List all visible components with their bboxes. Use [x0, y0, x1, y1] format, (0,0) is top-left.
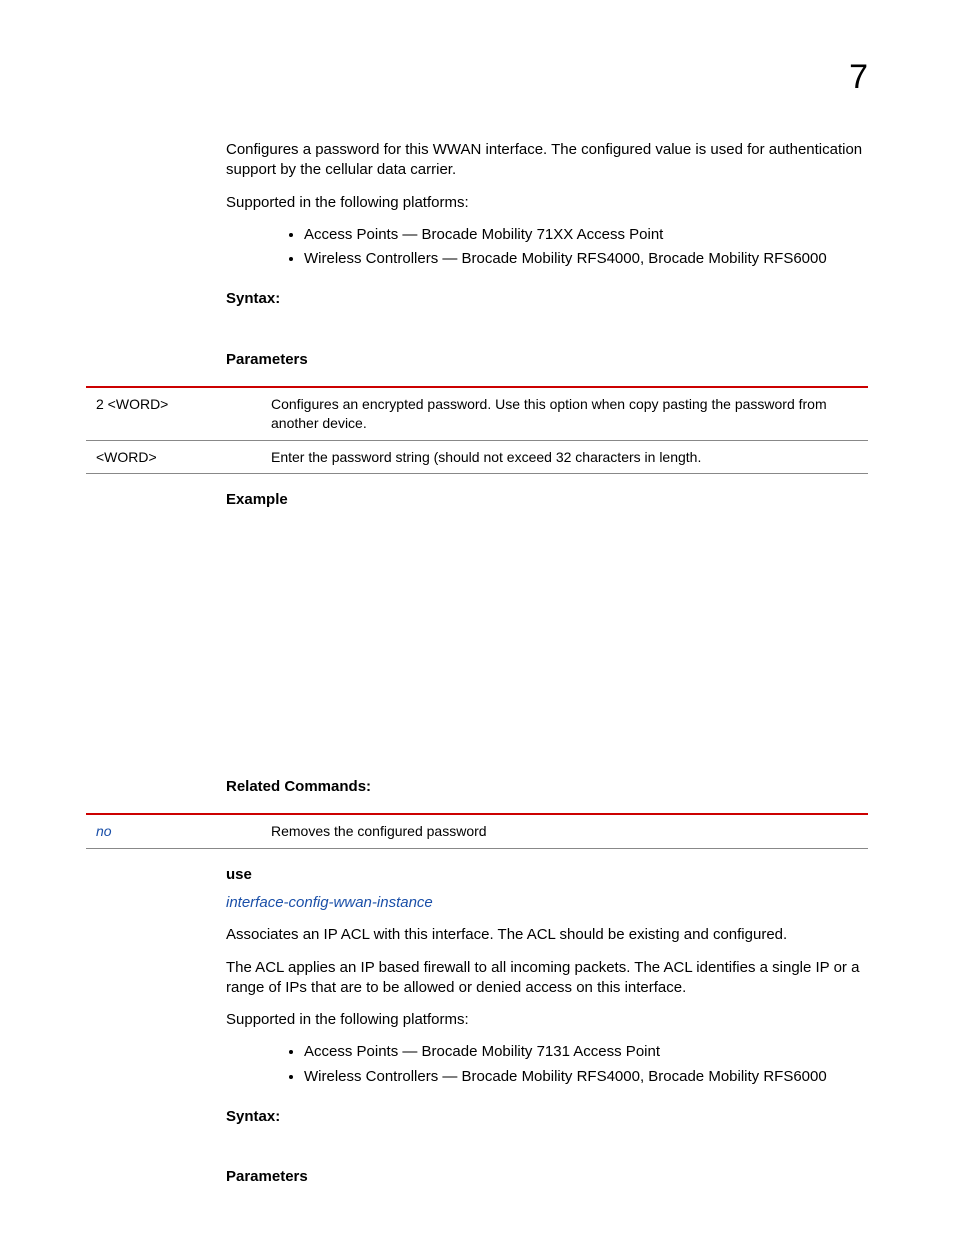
list-item: Wireless Controllers — Brocade Mobility …: [304, 1067, 868, 1087]
related-cmd-link[interactable]: no: [86, 814, 271, 848]
parameters-heading-2: Parameters: [226, 1167, 868, 1187]
related-cmd-desc: Removes the configured password: [271, 814, 868, 848]
param-desc-cell: Configures an encrypted password. Use th…: [271, 387, 868, 440]
content-column: Configures a password for this WWAN inte…: [226, 140, 868, 1187]
supported-list: Access Points — Brocade Mobility 71XX Ac…: [226, 225, 868, 270]
parameters-table: 2 <WORD> Configures an encrypted passwor…: [86, 386, 868, 475]
parameters-heading: Parameters: [226, 350, 868, 370]
example-heading: Example: [226, 490, 868, 510]
related-commands-heading: Related Commands:: [226, 777, 868, 797]
table-row: no Removes the configured password: [86, 814, 868, 848]
use-heading: use: [226, 865, 868, 885]
page-number: 7: [849, 55, 868, 101]
parameters-table-wrap: 2 <WORD> Configures an encrypted passwor…: [86, 386, 868, 475]
example-placeholder: [226, 527, 868, 757]
param-name-cell: 2 <WORD>: [86, 387, 271, 440]
param-desc-cell: Enter the password string (should not ex…: [271, 440, 868, 474]
interface-config-link[interactable]: interface-config-wwan-instance: [226, 894, 433, 911]
syntax-heading: Syntax:: [226, 289, 868, 309]
param-name-cell: <WORD>: [86, 440, 271, 474]
password-intro: Configures a password for this WWAN inte…: [226, 140, 868, 181]
list-item: Access Points — Brocade Mobility 7131 Ac…: [304, 1042, 868, 1062]
table-row: 2 <WORD> Configures an encrypted passwor…: [86, 387, 868, 440]
use-intro-1: Associates an IP ACL with this interface…: [226, 925, 868, 945]
related-commands-table: no Removes the configured password: [86, 813, 868, 849]
page: 7 Configures a password for this WWAN in…: [0, 0, 954, 1235]
syntax-heading-2: Syntax:: [226, 1107, 868, 1127]
supported-label-2: Supported in the following platforms:: [226, 1010, 868, 1030]
list-item: Wireless Controllers — Brocade Mobility …: [304, 249, 868, 269]
list-item: Access Points — Brocade Mobility 71XX Ac…: [304, 225, 868, 245]
use-intro-2: The ACL applies an IP based firewall to …: [226, 958, 868, 999]
table-row: <WORD> Enter the password string (should…: [86, 440, 868, 474]
related-table-wrap: no Removes the configured password: [86, 813, 868, 849]
supported-list-2: Access Points — Brocade Mobility 7131 Ac…: [226, 1042, 868, 1087]
supported-label: Supported in the following platforms:: [226, 193, 868, 213]
